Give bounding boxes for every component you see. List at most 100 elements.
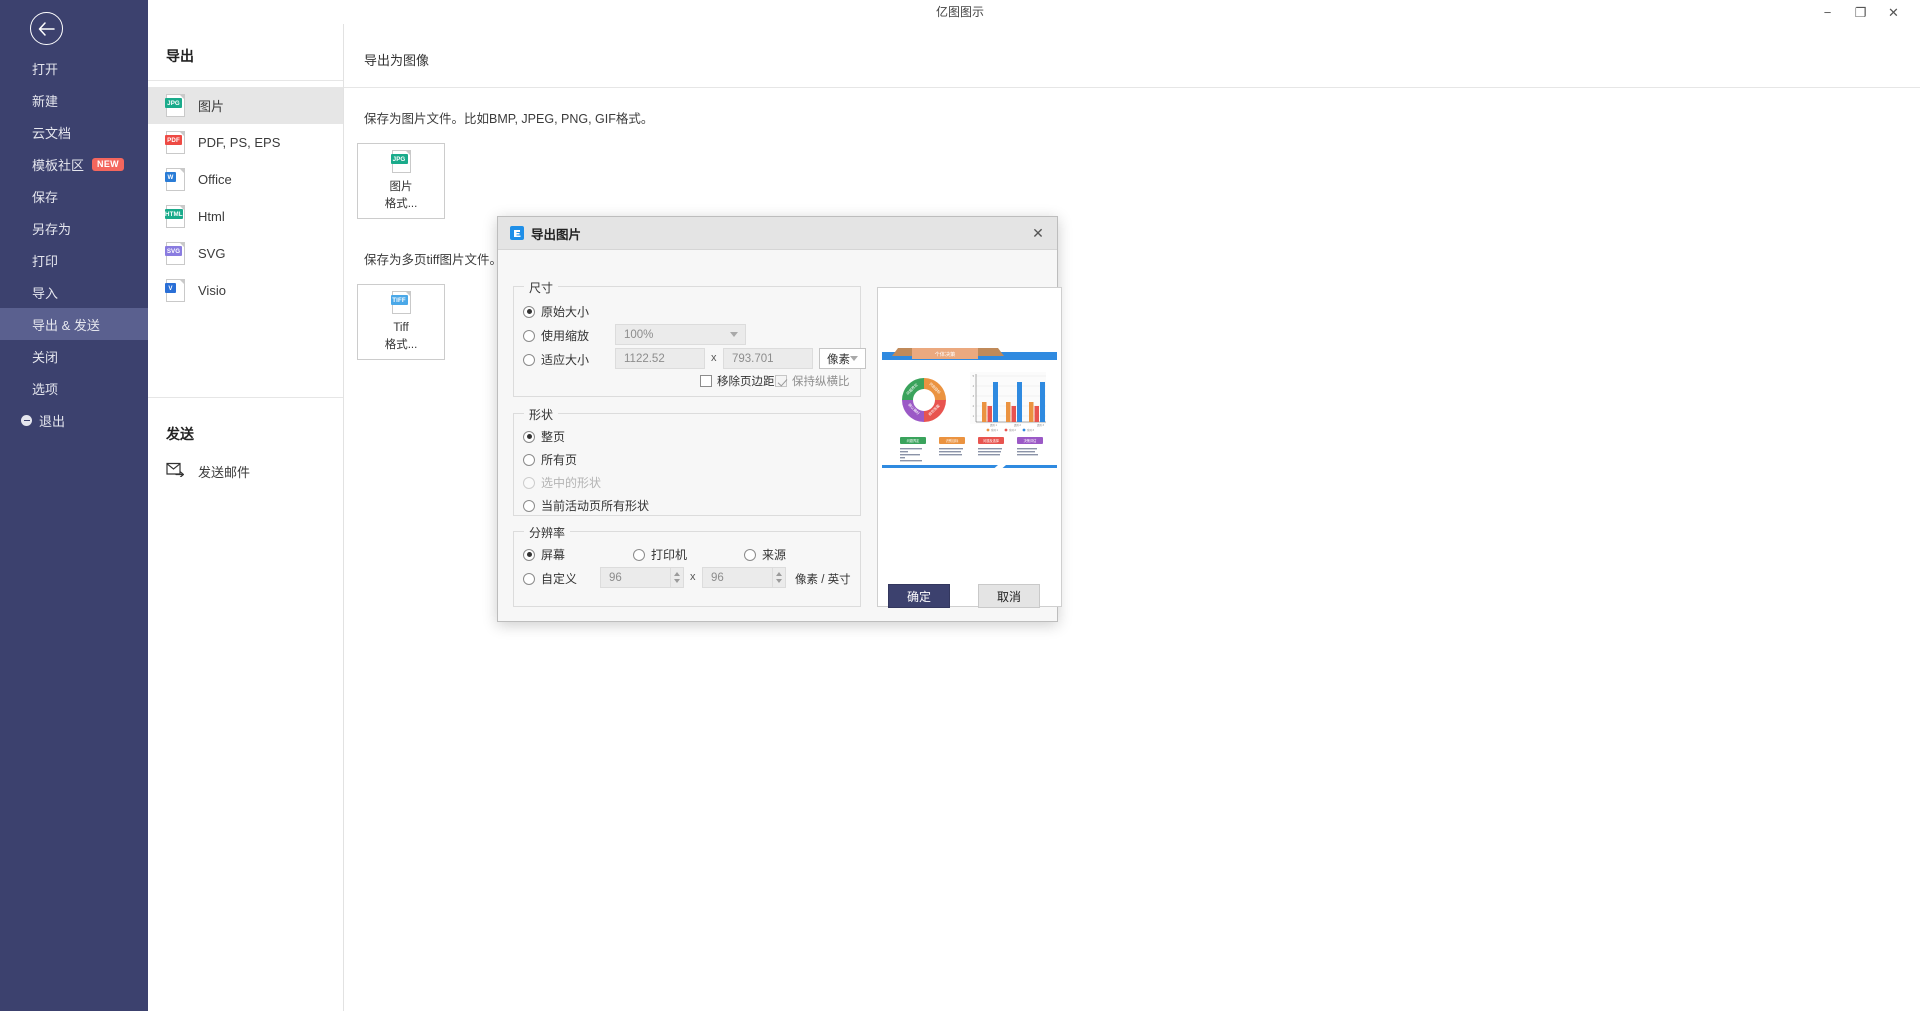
close-icon[interactable]: ✕ [1027, 222, 1049, 244]
radio-all-pages[interactable]: 所有页 [523, 451, 577, 468]
send-block: 发送 发送邮件 [148, 424, 343, 488]
format-item-html[interactable]: HTML Html [148, 198, 343, 235]
height-value: 793.701 [732, 352, 774, 365]
dialog-title: 导出图片 [531, 227, 582, 242]
cancel-button[interactable]: 取消 [978, 584, 1040, 608]
sidebar-label: 选项 [32, 381, 59, 397]
radio-current-page-all-shapes[interactable]: 当前活动页所有形状 [523, 497, 649, 514]
export-format-column: 导出 JPG 图片 PDF PDF, PS, EPS W Office HTML… [148, 24, 344, 1011]
radio-button[interactable] [744, 548, 756, 561]
shape-group-legend: 形状 [524, 406, 559, 423]
dialog-title-bar: 导出图片 ✕ [498, 217, 1057, 250]
card-label-line1: 图片 [389, 181, 413, 193]
export-heading: 导出 [166, 48, 194, 64]
sidebar-item-save-as[interactable]: 另存为 [0, 212, 148, 244]
svg-text:系列 3: 系列 3 [1027, 428, 1034, 432]
format-item-visio[interactable]: V Visio [148, 272, 343, 309]
sidebar-item-save[interactable]: 保存 [0, 180, 148, 212]
radio-button[interactable] [523, 305, 535, 318]
svg-text:问题及选择: 问题及选择 [983, 438, 1000, 443]
confirm-button[interactable]: 确定 [888, 584, 950, 608]
format-label: Visio [198, 283, 226, 298]
format-item-pdf-ps-eps[interactable]: PDF PDF, PS, EPS [148, 124, 343, 161]
radio-button[interactable] [633, 548, 645, 561]
radio-screen[interactable]: 屏幕 [523, 546, 565, 563]
radio-button[interactable] [523, 430, 535, 443]
radio-label: 原始大小 [541, 305, 590, 319]
unit-value: 像素 [827, 353, 850, 366]
radio-source[interactable]: 来源 [744, 546, 786, 563]
back-button[interactable] [30, 12, 63, 45]
jpg-file-icon: JPG [390, 150, 411, 173]
application-window: 亿图图示 − ❐ ✕ 小W 打开 新建 云文档 [0, 0, 1920, 1011]
scale-value: 100% [624, 328, 654, 341]
app-logo-icon [510, 226, 524, 240]
close-window-button[interactable]: ✕ [1877, 0, 1910, 24]
minimize-button[interactable]: − [1811, 0, 1844, 24]
checkbox-label: 移除页边距 [717, 376, 775, 388]
radio-label: 选中的形状 [541, 476, 602, 490]
sidebar-label: 导出 & 发送 [32, 317, 100, 333]
radio-label: 适应大小 [541, 353, 590, 367]
dialog-body: 尺寸 原始大小 使用缩放 100% 适应大小 1122.52 x 793.701… [498, 250, 1062, 622]
format-item-office[interactable]: W Office [148, 161, 343, 198]
export-format-list: JPG 图片 PDF PDF, PS, EPS W Office HTML Ht… [148, 81, 343, 309]
export-card-image[interactable]: JPG 图片 格式... [357, 143, 445, 219]
format-item-svg[interactable]: SVG SVG [148, 235, 343, 272]
radio-button[interactable] [523, 453, 535, 466]
radio-label: 当前活动页所有形状 [541, 499, 650, 513]
checkbox-label: 保持纵横比 [792, 376, 850, 388]
sidebar-item-exit[interactable]: 退出 [0, 404, 148, 436]
shape-group: 形状 整页 所有页 选中的形状 当前活动页所有形状 [513, 406, 861, 516]
width-value: 1122.52 [624, 352, 665, 365]
svg-text:类别 3: 类别 3 [1037, 423, 1044, 427]
radio-selected-shapes: 选中的形状 [523, 474, 601, 491]
height-input[interactable]: 793.701 [723, 348, 813, 369]
checkbox-remove-margin[interactable]: 移除页边距 [700, 373, 775, 389]
sidebar-item-template-community[interactable]: 模板社区 NEW [0, 148, 148, 180]
svg-text:个体决策: 个体决策 [935, 350, 957, 358]
send-heading: 发送 [166, 426, 194, 442]
radio-button[interactable] [523, 499, 535, 512]
radio-fit-size[interactable]: 适应大小 [523, 351, 589, 368]
sidebar-item-open[interactable]: 打开 [0, 52, 148, 84]
format-label: 图片 [198, 99, 225, 114]
image-export-description: 保存为图片文件。比如BMP, JPEG, PNG, GIF格式。 [364, 112, 654, 126]
radio-button[interactable] [523, 329, 535, 342]
radio-label: 所有页 [541, 453, 578, 467]
mail-send-icon [166, 462, 185, 480]
chevron-down-icon [730, 332, 738, 337]
sidebar-item-cloud-doc[interactable]: 云文档 [0, 116, 148, 148]
sidebar-item-new[interactable]: 新建 [0, 84, 148, 116]
format-label: Office [198, 172, 232, 187]
radio-printer[interactable]: 打印机 [633, 546, 687, 563]
sidebar-label: 关闭 [32, 349, 59, 365]
checkbox[interactable] [700, 375, 712, 387]
card-label-line2: 格式... [384, 198, 418, 210]
unit-dropdown[interactable]: 像素 [819, 348, 866, 369]
send-email-item[interactable]: 发送邮件 [148, 454, 343, 488]
size-group-legend: 尺寸 [524, 279, 559, 296]
radio-whole-page[interactable]: 整页 [523, 428, 565, 445]
dialog-footer: 确定 取消 [498, 574, 1057, 622]
jpg-file-icon: JPG [165, 94, 185, 117]
sidebar-label: 模板社区 [32, 157, 85, 173]
radio-use-scale[interactable]: 使用缩放 [523, 327, 589, 344]
scale-dropdown[interactable]: 100% [615, 324, 746, 345]
radio-original-size[interactable]: 原始大小 [523, 303, 589, 320]
sidebar-item-close[interactable]: 关闭 [0, 340, 148, 372]
sidebar-item-export-send[interactable]: 导出 & 发送 [0, 308, 148, 340]
radio-button[interactable] [523, 353, 535, 366]
export-card-tiff[interactable]: TIFF Tiff 格式... [357, 284, 445, 360]
format-label: SVG [198, 246, 226, 261]
sidebar-item-options[interactable]: 选项 [0, 372, 148, 404]
sidebar-item-print[interactable]: 打印 [0, 244, 148, 276]
maximize-button[interactable]: ❐ [1844, 0, 1877, 24]
minus-circle-icon [21, 414, 32, 426]
radio-button[interactable] [523, 548, 535, 561]
width-input[interactable]: 1122.52 [615, 348, 705, 369]
sidebar-item-import[interactable]: 导入 [0, 276, 148, 308]
resolution-group-legend: 分辨率 [524, 524, 571, 541]
format-item-image[interactable]: JPG 图片 [148, 87, 343, 124]
checkbox [775, 375, 787, 387]
